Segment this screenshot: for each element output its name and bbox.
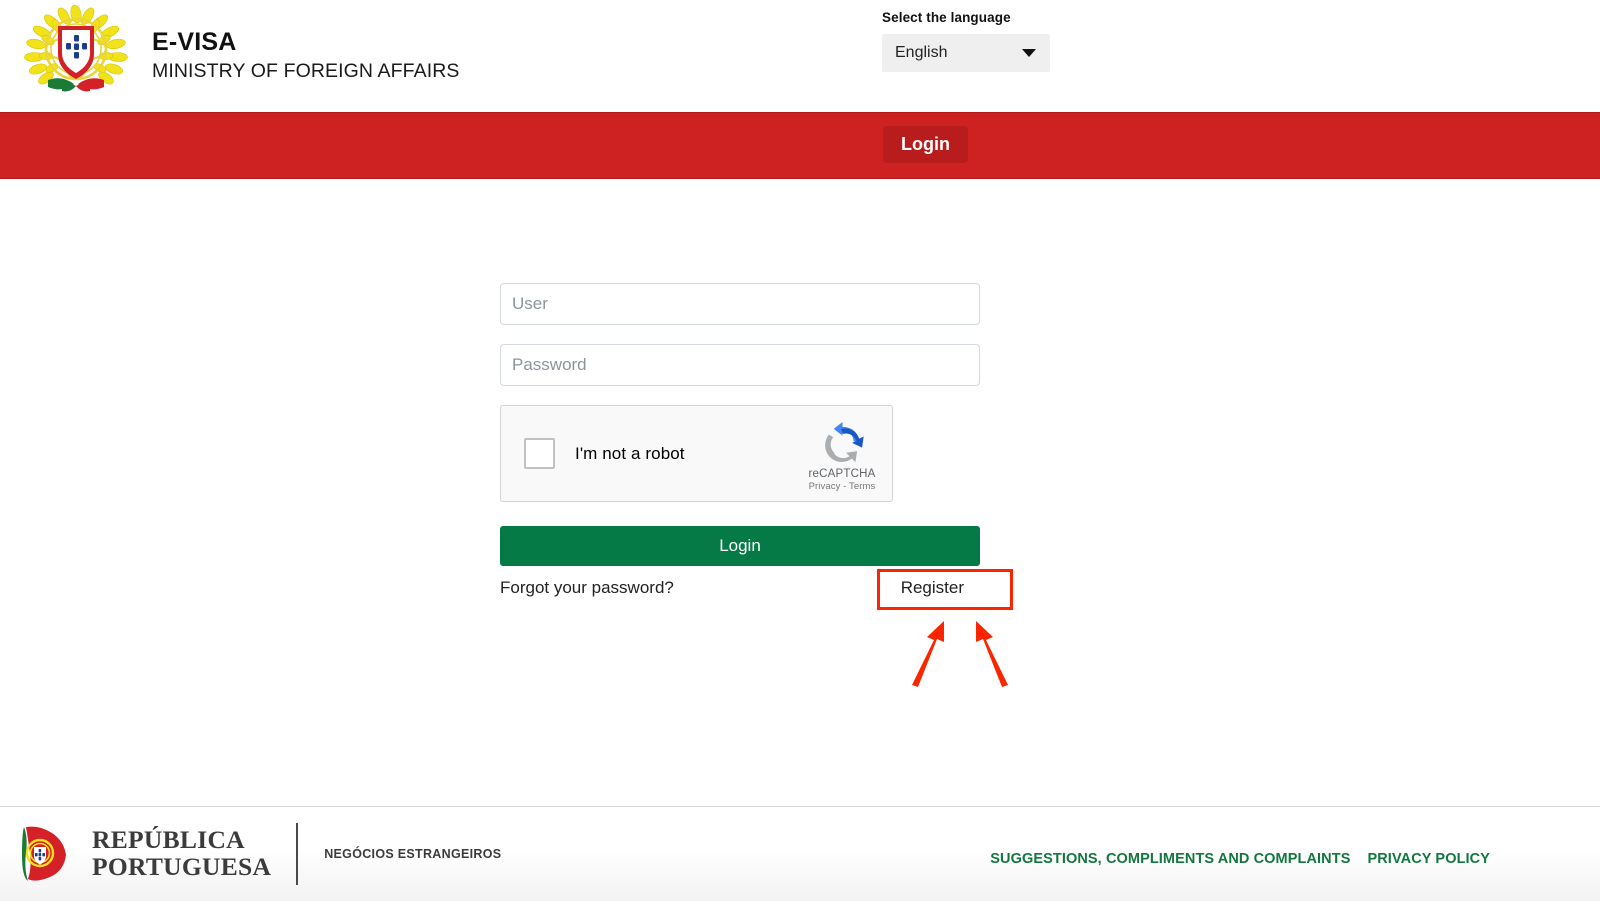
main-navbar: Login: [0, 112, 1600, 179]
annotation-arrows: [912, 621, 1008, 687]
nav-item-login[interactable]: Login: [883, 126, 968, 163]
page-root: E-VISA MINISTRY OF FOREIGN AFFAIRS Selec…: [0, 0, 1600, 901]
chevron-down-icon: [1022, 49, 1036, 57]
language-select[interactable]: English: [882, 34, 1050, 72]
footer-logo-line2: PORTUGUESA: [92, 852, 272, 881]
footer-divider: [296, 823, 299, 885]
recaptcha-logo-icon: [824, 421, 864, 463]
recaptcha-terms-label[interactable]: Privacy - Terms: [809, 481, 876, 492]
login-button[interactable]: Login: [500, 526, 980, 566]
main-content: User Password I'm not a robot reCAPTCHA …: [0, 179, 1600, 806]
login-form: User Password I'm not a robot reCAPTCHA …: [500, 283, 980, 598]
footer-link-privacy-policy[interactable]: PRIVACY POLICY: [1367, 851, 1490, 867]
forgot-password-link[interactable]: Forgot your password?: [500, 578, 674, 598]
brand-block: E-VISA MINISTRY OF FOREIGN AFFAIRS: [22, 4, 460, 104]
user-input[interactable]: User: [500, 283, 980, 325]
footer-logo-line1: REPÚBLICA: [92, 825, 245, 855]
portugal-coat-of-arms-icon: [24, 4, 128, 92]
password-input-placeholder: Password: [512, 355, 587, 374]
footer-logo-text: REPÚBLICA PORTUGUESA: [92, 827, 271, 880]
recaptcha-widget[interactable]: I'm not a robot reCAPTCHA Privacy - Term…: [500, 405, 893, 502]
footer-brand: REPÚBLICA PORTUGUESA NEGÓCIOS ESTRANGEIR…: [18, 823, 501, 885]
language-selected-value: English: [895, 44, 948, 61]
footer-department-label: NEGÓCIOS ESTRANGEIROS: [324, 847, 502, 861]
language-label: Select the language: [882, 10, 1011, 25]
recaptcha-brand: reCAPTCHA Privacy - Terms: [801, 420, 883, 492]
page-header: E-VISA MINISTRY OF FOREIGN AFFAIRS Selec…: [0, 0, 1600, 112]
recaptcha-label: I'm not a robot: [575, 443, 685, 463]
page-footer: REPÚBLICA PORTUGUESA NEGÓCIOS ESTRANGEIR…: [0, 806, 1600, 901]
recaptcha-checkbox[interactable]: [524, 438, 555, 469]
password-input[interactable]: Password: [500, 344, 980, 386]
republica-portuguesa-logo-icon: [22, 826, 66, 881]
recaptcha-brand-label: reCAPTCHA: [808, 468, 876, 480]
footer-link-suggestions[interactable]: SUGGESTIONS, COMPLIMENTS AND COMPLAINTS: [990, 851, 1350, 867]
user-input-placeholder: User: [512, 294, 548, 313]
brand-text: E-VISA MINISTRY OF FOREIGN AFFAIRS: [152, 26, 460, 82]
annotation-highlight-box: [877, 569, 1013, 610]
brand-subtitle: MINISTRY OF FOREIGN AFFAIRS: [152, 60, 460, 83]
footer-links: SUGGESTIONS, COMPLIMENTS AND COMPLAINTS …: [990, 851, 1490, 867]
page-title: E-VISA: [152, 28, 237, 57]
language-selector-block: Select the language English: [882, 10, 1082, 72]
